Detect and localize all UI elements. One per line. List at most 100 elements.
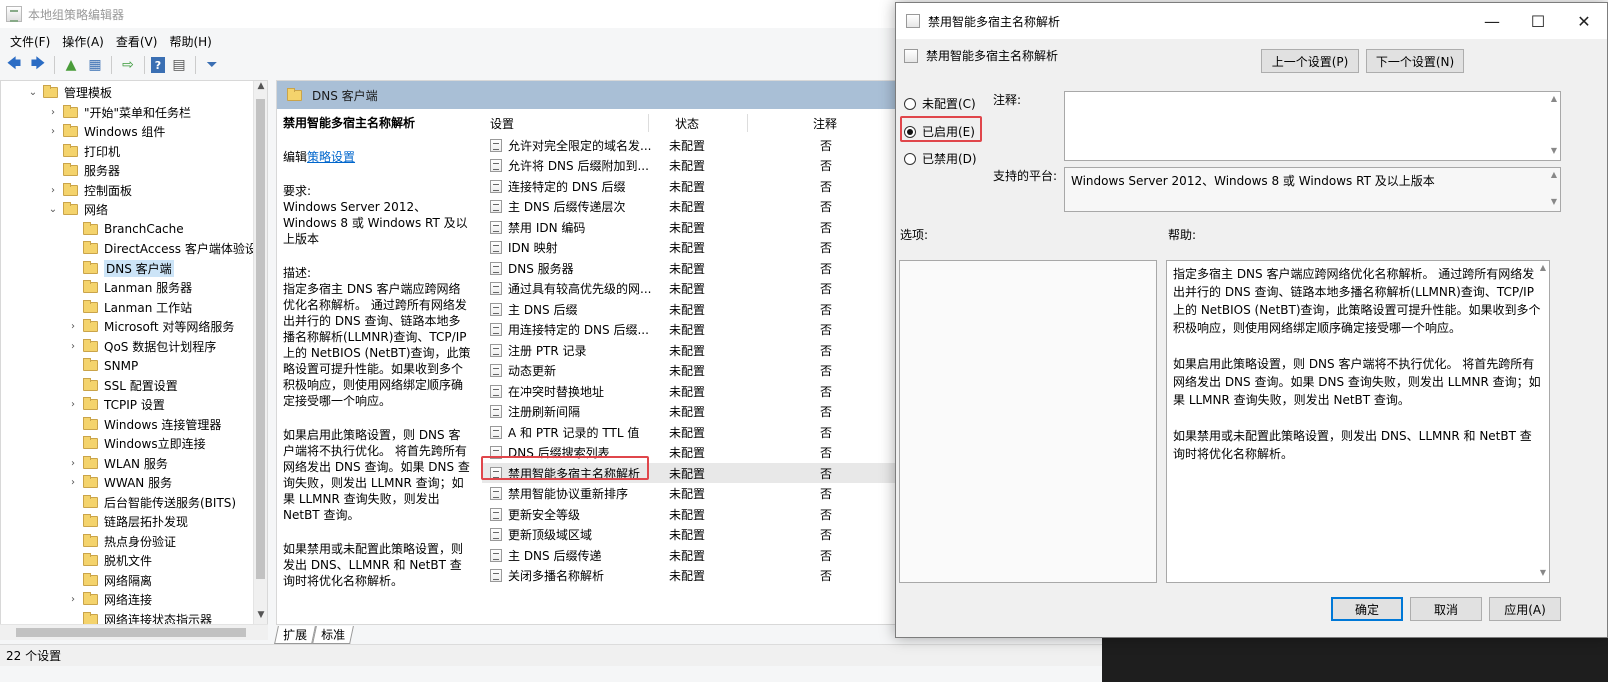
tree-item[interactable]: 服务器	[47, 161, 120, 180]
scroll-up-arrow-icon[interactable]: ▲	[1537, 263, 1549, 275]
scroll-up-arrow-icon[interactable]: ▲	[254, 81, 267, 95]
expand-chevron-icon[interactable]: ›	[47, 107, 59, 118]
forward-arrow-icon[interactable]: 🡆	[28, 55, 48, 75]
expand-chevron-icon[interactable]: ›	[67, 399, 79, 410]
table-row[interactable]: 在冲突时替换地址 未配置 否	[482, 381, 895, 401]
expand-chevron-icon[interactable]: ›	[67, 341, 79, 352]
scroll-down-arrow-icon[interactable]: ▼	[1548, 146, 1560, 158]
tree-item[interactable]: › TCPIP 设置	[67, 395, 165, 414]
menu-help[interactable]: 帮助(H)	[163, 33, 217, 50]
table-row[interactable]: 允许对完全限定的域名发... 未配置 否	[482, 135, 895, 155]
apply-button[interactable]: 应用(A)	[1489, 597, 1561, 621]
collapse-chevron-icon[interactable]: ⌄	[47, 204, 59, 215]
column-divider[interactable]	[648, 114, 649, 132]
up-folder-icon[interactable]: ▲	[61, 55, 81, 75]
table-row[interactable]: 注册 PTR 记录 未配置 否	[482, 340, 895, 360]
tree-item[interactable]: SSL 配置设置	[67, 376, 178, 395]
radio-dot[interactable]	[904, 97, 916, 110]
tree-item[interactable]: 后台智能传送服务(BITS)	[67, 493, 236, 512]
tree-item[interactable]: › WWAN 服务	[67, 473, 172, 492]
back-arrow-icon[interactable]: 🡄	[4, 55, 24, 75]
column-header-note[interactable]: 注释	[813, 115, 837, 132]
tree-item[interactable]: DNS 客户端	[67, 259, 174, 278]
export-list-icon[interactable]: ⇨	[118, 55, 138, 75]
tree-vertical-scrollbar[interactable]: ▲ ▼	[253, 81, 267, 624]
table-row[interactable]: 主 DNS 后缀 未配置 否	[482, 299, 895, 319]
comment-scrollbar[interactable]: ▲ ▼	[1548, 92, 1560, 160]
tree-item[interactable]: › 控制面板	[47, 181, 132, 200]
tree-item[interactable]: › WLAN 服务	[67, 454, 168, 473]
tree-item[interactable]: › Microsoft 对等网络服务	[67, 317, 234, 336]
tree-pane[interactable]: ⌄ 管理模板 › "开始"菜单和任务栏 › Windows 组件 打印机 服务器 › 控制面板 ⌄ 网…	[0, 80, 268, 625]
tree-item[interactable]: 网络隔离	[67, 571, 152, 590]
table-row[interactable]: 允许将 DNS 后缀附加到... 未配置 否	[482, 156, 895, 176]
table-row[interactable]: 连接特定的 DNS 后缀 未配置 否	[482, 176, 895, 196]
scroll-down-arrow-icon[interactable]: ▼	[1537, 568, 1549, 580]
table-row[interactable]: A 和 PTR 记录的 TTL 值 未配置 否	[482, 422, 895, 442]
tree-item[interactable]: › "开始"菜单和任务栏	[47, 103, 191, 122]
tree-item[interactable]: SNMP	[67, 356, 138, 375]
table-row[interactable]: IDN 映射 未配置 否	[482, 238, 895, 258]
tree-item[interactable]: 热点身份验证	[67, 532, 176, 551]
radio-disabled[interactable]: 已禁用(D)	[904, 150, 977, 167]
tree-item[interactable]: Windows立即连接	[67, 434, 206, 453]
tab-standard[interactable]: 标准	[312, 626, 354, 644]
tree-item[interactable]: › QoS 数据包计划程序	[67, 337, 216, 356]
edit-policy-link[interactable]: 策略设置	[307, 150, 355, 164]
properties-icon[interactable]: ▤	[169, 55, 189, 75]
tab-extended[interactable]: 扩展	[274, 626, 316, 644]
scroll-up-arrow-icon[interactable]: ▲	[1548, 94, 1560, 106]
radio-dot[interactable]	[904, 152, 916, 165]
table-row[interactable]: 更新顶级域区域 未配置 否	[482, 525, 895, 545]
tree-item[interactable]: ⌄ 网络	[47, 200, 108, 219]
expand-chevron-icon[interactable]: ›	[67, 477, 79, 488]
table-row[interactable]: DNS 后缀搜索列表 未配置 否	[482, 443, 895, 463]
filter-icon[interactable]: ⏷	[202, 55, 222, 75]
table-row[interactable]: DNS 服务器 未配置 否	[482, 258, 895, 278]
column-header-setting[interactable]: 设置	[490, 115, 514, 132]
expand-chevron-icon[interactable]: ›	[67, 321, 79, 332]
collapse-chevron-icon[interactable]: ⌄	[27, 87, 39, 98]
tree-hscroll-thumb[interactable]	[16, 628, 246, 637]
tree-item[interactable]: ⌄ 管理模板	[27, 83, 112, 102]
ok-button[interactable]: 确定	[1331, 597, 1403, 621]
tree-item[interactable]: Lanman 工作站	[67, 298, 192, 317]
expand-chevron-icon[interactable]: ›	[47, 126, 59, 137]
table-row[interactable]: 禁用智能协议重新排序 未配置 否	[482, 484, 895, 504]
scroll-down-arrow-icon[interactable]: ▼	[254, 610, 267, 624]
tree-item[interactable]: › Windows 组件	[47, 122, 165, 141]
tree-scroll-thumb[interactable]	[256, 99, 265, 579]
table-row[interactable]: 注册刷新间隔 未配置 否	[482, 402, 895, 422]
radio-dot[interactable]	[904, 125, 916, 138]
menu-action[interactable]: 操作(A)	[56, 33, 110, 50]
tree-item[interactable]: DirectAccess 客户端体验设置	[67, 239, 267, 258]
expand-chevron-icon[interactable]: ›	[67, 594, 79, 605]
close-icon[interactable]: ✕	[1561, 3, 1607, 39]
table-row[interactable]: 更新安全等级 未配置 否	[482, 504, 895, 524]
maximize-icon[interactable]: ☐	[1515, 3, 1561, 39]
table-row[interactable]: 用连接特定的 DNS 后缀... 未配置 否	[482, 320, 895, 340]
cancel-button[interactable]: 取消	[1410, 597, 1482, 621]
tree-item[interactable]: Lanman 服务器	[67, 278, 192, 297]
table-row[interactable]: 禁用 IDN 编码 未配置 否	[482, 217, 895, 237]
minimize-icon[interactable]: —	[1469, 3, 1515, 39]
table-row[interactable]: 关闭多播名称解析 未配置 否	[482, 566, 895, 586]
scroll-down-arrow-icon[interactable]: ▼	[1548, 197, 1560, 209]
tree-item[interactable]: BranchCache	[67, 220, 184, 239]
table-row[interactable]: 主 DNS 后缀传递 未配置 否	[482, 545, 895, 565]
tree-horizontal-scrollbar[interactable]	[0, 624, 268, 640]
previous-setting-button[interactable]: 上一个设置(P)	[1261, 49, 1359, 73]
expand-chevron-icon[interactable]: ›	[67, 458, 79, 469]
help-scrollbar[interactable]: ▲ ▼	[1537, 261, 1549, 582]
menu-view[interactable]: 查看(V)	[110, 33, 164, 50]
radio-enabled[interactable]: 已启用(E)	[904, 123, 975, 140]
table-row[interactable]: 动态更新 未配置 否	[482, 361, 895, 381]
scroll-up-arrow-icon[interactable]: ▲	[1548, 170, 1560, 182]
tree-item[interactable]: 脱机文件	[67, 551, 152, 570]
expand-chevron-icon[interactable]: ›	[47, 185, 59, 196]
column-header-state[interactable]: 状态	[675, 115, 699, 132]
platform-scrollbar[interactable]: ▲ ▼	[1548, 168, 1560, 211]
tree-item[interactable]: Windows 连接管理器	[67, 415, 221, 434]
show-hide-tree-icon[interactable]: ▦	[85, 55, 105, 75]
tree-item[interactable]: 链路层拓扑发现	[67, 512, 188, 531]
